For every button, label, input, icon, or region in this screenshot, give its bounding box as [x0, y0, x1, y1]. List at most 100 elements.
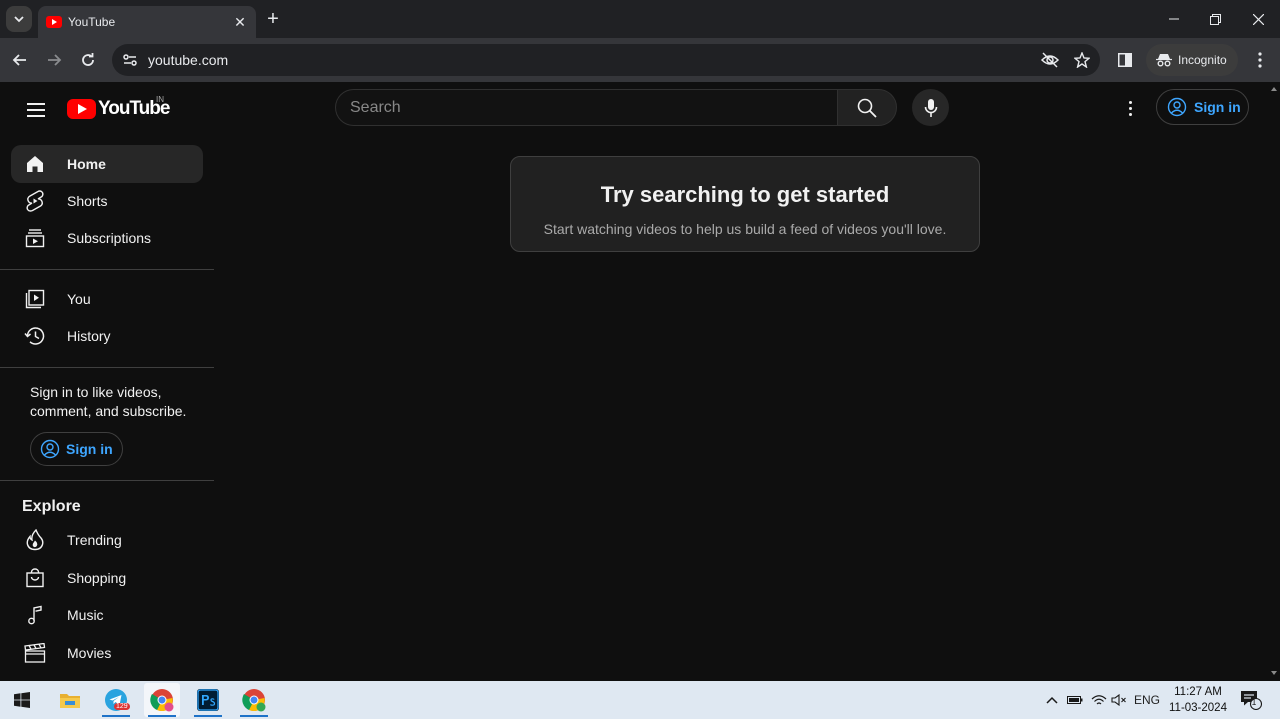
running-indicator — [148, 715, 176, 717]
sidebar-item-shorts[interactable]: Shorts — [11, 182, 203, 220]
arrow-right-icon — [48, 54, 62, 66]
eye-off-icon[interactable] — [1036, 46, 1064, 74]
reload-button[interactable] — [74, 46, 102, 74]
side-panel-button[interactable] — [1111, 46, 1139, 74]
taskbar-chrome[interactable] — [236, 683, 272, 717]
youtube-favicon-icon — [46, 16, 62, 28]
sign-in-prompt-text: Sign in to like videos, comment, and sub… — [30, 384, 187, 419]
volume-button[interactable] — [1108, 681, 1130, 719]
youtube-page: YouTube IN Sign in — [0, 82, 1280, 681]
search-input[interactable] — [350, 98, 838, 117]
sidebar-item-movies[interactable]: Movies — [11, 634, 203, 672]
taskbar-telegram[interactable]: 129 — [98, 683, 134, 717]
youtube-masthead: YouTube IN Sign in — [0, 82, 1268, 138]
search-button[interactable] — [837, 89, 897, 126]
trending-icon — [23, 528, 47, 552]
sidebar-item-history[interactable]: History — [11, 317, 203, 355]
close-window-button[interactable] — [1236, 0, 1280, 38]
sidebar-item-label: Shopping — [67, 570, 127, 586]
forward-button[interactable] — [40, 46, 68, 74]
explore-heading: Explore — [22, 498, 81, 515]
browser-tab-strip: YouTube ✕ + — [0, 0, 1280, 38]
bookmark-star-icon[interactable] — [1068, 46, 1096, 74]
menu-icon-line — [27, 103, 45, 105]
incognito-indicator[interactable]: Incognito — [1146, 44, 1238, 76]
address-bar[interactable]: youtube.com — [112, 44, 1100, 76]
sidebar-item-label: Subscriptions — [67, 230, 152, 246]
youtube-logo[interactable]: YouTube — [67, 98, 170, 120]
account-icon — [1167, 97, 1187, 117]
sidebar-item-trending[interactable]: Trending — [11, 521, 203, 559]
movies-icon — [23, 641, 47, 665]
clock-time: 11:27 AM — [1174, 686, 1222, 698]
sidebar-item-label: Movies — [67, 645, 112, 661]
telegram-badge: 129 — [114, 703, 130, 710]
sidebar-item-home[interactable]: Home — [11, 145, 203, 183]
page-scrollbar[interactable] — [1268, 82, 1280, 681]
country-code: IN — [156, 95, 164, 104]
taskbar-clock[interactable]: 11:27 AM 11-03-2024 — [1166, 684, 1230, 716]
new-tab-button[interactable]: + — [262, 8, 284, 30]
input-language-button[interactable]: ENG — [1132, 681, 1162, 719]
sign-in-label: Sign in — [1194, 99, 1241, 115]
start-button[interactable] — [4, 683, 40, 717]
clock-date: 11-03-2024 — [1169, 702, 1227, 714]
battery-icon — [1067, 696, 1083, 704]
scroll-up-arrow-icon[interactable] — [1271, 87, 1277, 91]
guide-menu-button[interactable] — [16, 90, 56, 130]
sidebar-item-label: Home — [67, 156, 106, 172]
tab-close-icon[interactable]: ✕ — [232, 14, 248, 30]
dot — [1128, 112, 1132, 116]
running-indicator — [194, 715, 222, 717]
running-indicator — [102, 715, 130, 717]
shopping-icon — [23, 566, 47, 590]
sign-in-button[interactable]: Sign in — [1156, 89, 1249, 125]
speaker-muted-icon — [1111, 694, 1126, 706]
minimize-button[interactable] — [1152, 0, 1196, 38]
reload-icon — [82, 53, 94, 66]
back-button[interactable] — [6, 46, 34, 74]
taskbar-chrome-incognito[interactable] — [144, 683, 180, 717]
browser-tab-youtube[interactable]: YouTube ✕ — [38, 6, 256, 38]
wifi-icon — [1091, 695, 1107, 705]
restore-icon — [1209, 13, 1221, 25]
sidebar-sign-in-button[interactable]: Sign in — [30, 432, 123, 466]
sidebar-item-subscriptions[interactable]: Subscriptions — [11, 219, 203, 257]
microphone-icon — [924, 98, 937, 117]
show-hidden-icons-button[interactable] — [1042, 681, 1062, 719]
taskbar-photoshop[interactable] — [190, 683, 226, 717]
network-button[interactable] — [1088, 681, 1110, 719]
running-indicator — [240, 715, 268, 717]
home-icon — [23, 152, 47, 176]
settings-more-button[interactable] — [1112, 90, 1148, 126]
dot — [1128, 106, 1132, 110]
browser-menu-button[interactable] — [1246, 46, 1274, 74]
sidebar-item-label: Music — [67, 607, 104, 623]
sidebar-divider — [0, 480, 214, 481]
voice-search-button[interactable] — [912, 89, 949, 126]
screen: YouTube ✕ + youtube.com Incognito YouTub… — [0, 0, 1280, 719]
sidebar-divider — [0, 367, 214, 368]
search-box[interactable] — [335, 89, 838, 126]
empty-feed-title: Try searching to get started — [600, 182, 890, 207]
close-icon — [1252, 13, 1264, 25]
chevron-down-icon — [14, 16, 24, 23]
chrome-icon — [150, 689, 174, 712]
restore-button[interactable] — [1193, 0, 1237, 38]
taskbar-file-explorer[interactable] — [52, 683, 88, 717]
tab-search-button[interactable] — [6, 6, 32, 32]
sidebar-item-shopping[interactable]: Shopping — [11, 559, 203, 597]
guide-sidebar: Home Shorts Subscriptions You History Si… — [0, 138, 215, 681]
scroll-down-arrow-icon[interactable] — [1271, 671, 1277, 675]
sidebar-item-music[interactable]: Music — [11, 596, 203, 634]
arrow-left-icon — [12, 54, 26, 66]
notifications-button[interactable]: 1 — [1236, 681, 1266, 719]
photoshop-icon — [197, 689, 219, 711]
sidebar-item-label: Shorts — [67, 193, 108, 209]
site-info-icon[interactable] — [116, 46, 144, 74]
browser-toolbar: youtube.com Incognito — [0, 38, 1280, 82]
youtube-play-icon — [67, 99, 96, 119]
sidebar-item-you[interactable]: You — [11, 280, 203, 318]
minimize-icon — [1169, 18, 1179, 20]
battery-button[interactable] — [1064, 681, 1086, 719]
